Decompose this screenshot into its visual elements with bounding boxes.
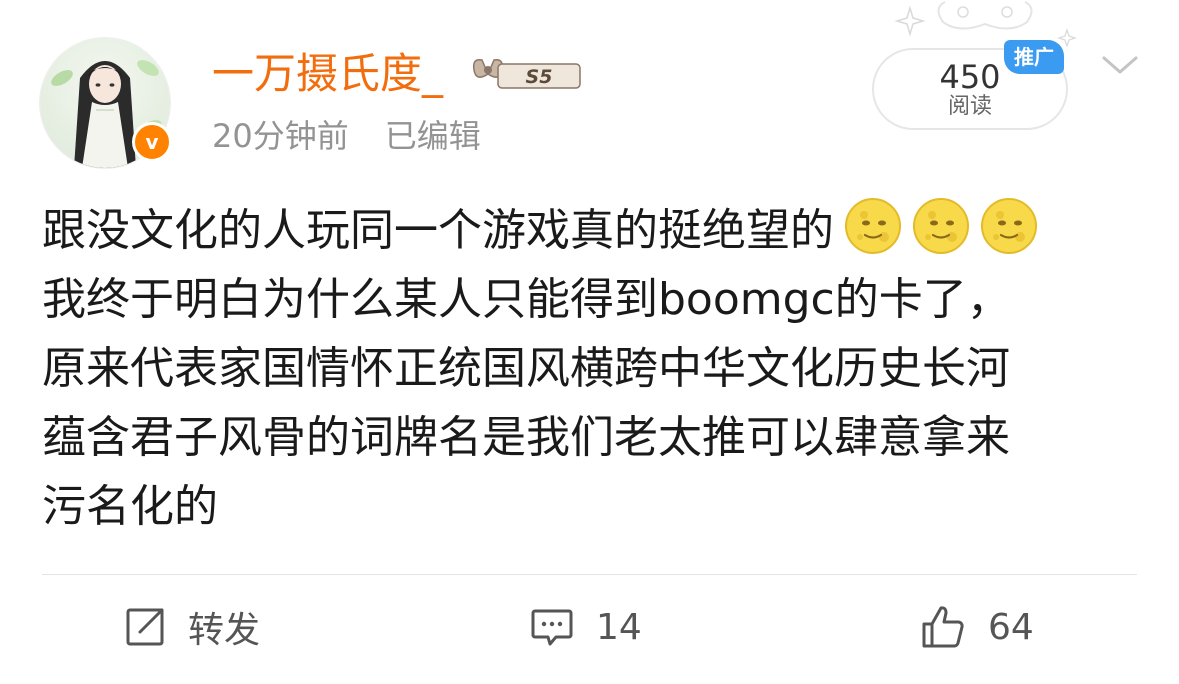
- chevron-down-icon[interactable]: [1100, 50, 1140, 80]
- footer-divider: [42, 574, 1137, 575]
- like-count: 64: [988, 606, 1034, 648]
- comment-count: 14: [596, 606, 642, 648]
- user-level-badge[interactable]: S5: [468, 52, 586, 92]
- repost-label: 转发: [188, 610, 261, 651]
- post-time: 20分钟前: [212, 117, 349, 155]
- post-line: 跟没文化的人玩同一个游戏真的挺绝望的: [42, 196, 1142, 265]
- user-avatar[interactable]: v: [40, 38, 172, 168]
- moon-face-emoji-icon: [912, 197, 970, 255]
- level-text: S5: [526, 66, 553, 88]
- post-line: 我终于明白为什么某人只能得到boomgc的卡了，: [42, 274, 1011, 325]
- read-label: 阅读: [947, 94, 992, 119]
- post-text: 跟没文化的人玩同一个游戏真的挺绝望的 我终于明白为什么某人只能得到boomgc的…: [42, 196, 1142, 541]
- thumbs-up-icon: [922, 606, 964, 648]
- repost-icon: [126, 608, 164, 646]
- moon-face-emoji-icon: [980, 197, 1038, 255]
- verified-badge-icon: v: [132, 122, 172, 162]
- edited-label[interactable]: 已编辑: [385, 117, 481, 155]
- username[interactable]: 一万摄氏度_: [212, 48, 443, 100]
- repost-button[interactable]: 转发: [124, 602, 260, 652]
- post-line-text: 跟没文化的人玩同一个游戏真的挺绝望的: [42, 205, 834, 256]
- like-button[interactable]: 64: [920, 602, 1034, 652]
- post-meta: 20分钟前 已编辑: [212, 114, 481, 158]
- post-line: 蕴含君子风骨的词牌名是我们老太推可以肆意拿来: [42, 412, 1010, 463]
- post-line: 原来代表家国情怀正统国风横跨中华文化历史长河: [42, 343, 1010, 394]
- comment-button[interactable]: 14: [530, 602, 642, 652]
- promote-badge[interactable]: 推广: [1004, 40, 1064, 74]
- moon-face-emoji-icon: [844, 197, 902, 255]
- comment-icon: [531, 609, 573, 646]
- post-line: 污名化的: [42, 481, 218, 532]
